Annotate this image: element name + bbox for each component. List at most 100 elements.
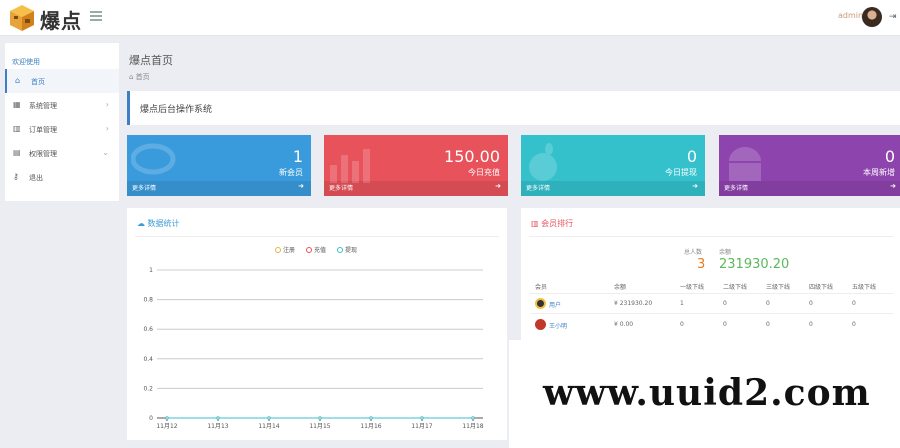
y-tick-label: 1 [149, 267, 153, 274]
avatar [535, 298, 546, 309]
column-header: 三级下线 [766, 284, 791, 291]
chat-icon [131, 143, 176, 175]
more-link[interactable]: 更多详情 [526, 183, 550, 192]
y-tick-label: 0.6 [143, 326, 153, 333]
data-point [216, 416, 220, 420]
table-cell: 0 [766, 321, 770, 328]
summary-value: 231930.20 [719, 257, 790, 272]
settings-icon: ▤ [13, 148, 21, 157]
table-cell: 0 [680, 321, 684, 328]
chevron-down-icon: ⌄ [102, 148, 109, 157]
stat-card-today-recharge[interactable]: 150.00 今日充值 更多详情 ➜ [324, 135, 508, 196]
sidebar-item-system[interactable]: ▦ 系统管理 › [5, 93, 119, 117]
sidebar-item-logout[interactable]: ⚷ 退出 [5, 165, 119, 189]
data-point [420, 416, 424, 420]
bar-chart-icon [330, 149, 370, 183]
arrow-circle-icon: ➜ [495, 182, 501, 190]
more-link[interactable]: 更多详情 [724, 183, 748, 192]
y-tick-label: 0.2 [143, 385, 153, 392]
stat-label: 新会员 [279, 168, 303, 177]
panel-title: ▥ 会员排行 [531, 219, 574, 228]
x-tick-label: 11月13 [207, 423, 228, 430]
table-cell: 0 [852, 321, 856, 328]
x-tick-label: 11月15 [309, 423, 330, 430]
avatar[interactable] [862, 7, 882, 27]
arrow-circle-icon: ➜ [298, 182, 304, 190]
android-icon [729, 147, 761, 181]
x-tick-label: 11月18 [462, 423, 483, 430]
summary-label: 总人数 [684, 249, 703, 256]
sidebar-item-label: 权限管理 [29, 150, 57, 158]
member-balance: ¥ 0.00 [614, 321, 634, 328]
x-tick-label: 11月12 [156, 423, 177, 430]
member-name[interactable]: 用户 [549, 300, 561, 309]
chevron-right-icon: › [105, 124, 109, 133]
sidebar-item-home[interactable]: ⌂ 首页 [5, 69, 119, 93]
stat-card-week-new[interactable]: 0 本周新增 更多详情 ➜ [719, 135, 900, 196]
stat-label: 今日充值 [468, 168, 500, 177]
welcome-banner: 爆点后台操作系统 [127, 91, 900, 125]
table-cell: 0 [723, 321, 727, 328]
data-point [369, 416, 373, 420]
sidebar-item-label: 订单管理 [29, 126, 57, 134]
stat-label: 今日提现 [665, 168, 697, 177]
home-icon: ⌂ [15, 76, 21, 85]
line-chart: 0 0.2 0.4 0.6 0.8 1 11月12 11月13 11月14 11月15 11月16 1… [143, 267, 483, 430]
sidebar-title: 欢迎使用 [12, 58, 40, 66]
sidebar-item-orders[interactable]: ▥ 订单管理 › [5, 117, 119, 141]
key-icon: ⚷ [13, 172, 19, 181]
breadcrumb-home[interactable]: 首页 [136, 73, 150, 81]
chevron-right-icon: › [105, 100, 109, 109]
table-cell: 1 [680, 300, 684, 307]
table-cell: 0 [852, 300, 856, 307]
table-icon: ▦ [13, 100, 21, 109]
more-link[interactable]: 更多详情 [132, 183, 156, 192]
bar-chart-icon: ▥ [531, 219, 542, 228]
y-tick-label: 0 [149, 415, 153, 422]
breadcrumb[interactable]: ⌂ 首页 [129, 72, 150, 82]
home-icon: ⌂ [129, 73, 136, 81]
y-tick-label: 0.4 [143, 356, 153, 363]
stat-value: 0 [686, 147, 697, 166]
column-header: 四级下线 [809, 284, 834, 291]
top-bar: 爆点 admin ⇥ [0, 0, 900, 36]
logo-icon [10, 5, 34, 31]
watermark: www.uuid2.com [543, 372, 871, 414]
user-name[interactable]: admin [838, 11, 863, 20]
data-point [267, 416, 271, 420]
arrow-circle-icon: ➜ [692, 182, 698, 190]
summary-label: 余额 [719, 249, 732, 256]
column-header: 会员 [535, 284, 548, 291]
table-cell: 0 [766, 300, 770, 307]
x-tick-label: 11月14 [258, 423, 279, 430]
sidebar: 欢迎使用 ⌂ 首页 ▦ 系统管理 › ▥ 订单管理 › ▤ 权限管理 ⌄ ⚷ 退… [5, 43, 119, 201]
sidebar-item-label: 系统管理 [29, 102, 57, 110]
sidebar-item-permissions[interactable]: ▤ 权限管理 ⌄ [5, 141, 119, 165]
member-name[interactable]: 王小明 [549, 321, 567, 330]
column-header: 二级下线 [723, 284, 748, 291]
data-point [165, 416, 169, 420]
table-cell: 0 [809, 300, 813, 307]
page-title: 爆点首页 [129, 54, 173, 67]
menu-toggle-icon[interactable] [90, 11, 102, 23]
avatar [535, 319, 546, 330]
table-cell: 0 [723, 300, 727, 307]
column-header: 一级下线 [680, 284, 705, 291]
stat-card-new-members[interactable]: 1 新会员 更多详情 ➜ [127, 135, 311, 196]
stat-label: 本周新增 [863, 168, 895, 177]
stat-value: 1 [292, 147, 303, 166]
data-point [471, 416, 475, 420]
column-header: 余额 [614, 284, 627, 291]
apple-icon [529, 143, 557, 181]
logout-icon[interactable]: ⇥ [889, 12, 897, 22]
sidebar-item-label: 退出 [29, 174, 43, 182]
y-tick-label: 0.8 [143, 297, 153, 304]
bar-chart-icon: ▥ [13, 124, 21, 133]
stat-value: 150.00 [444, 147, 500, 166]
stat-card-today-withdraw[interactable]: 0 今日提现 更多详情 ➜ [521, 135, 705, 196]
summary-value: 3 [697, 257, 706, 272]
sidebar-item-label: 首页 [31, 78, 45, 86]
more-link[interactable]: 更多详情 [329, 183, 353, 192]
stat-value: 0 [884, 147, 895, 166]
x-tick-label: 11月17 [411, 423, 432, 430]
